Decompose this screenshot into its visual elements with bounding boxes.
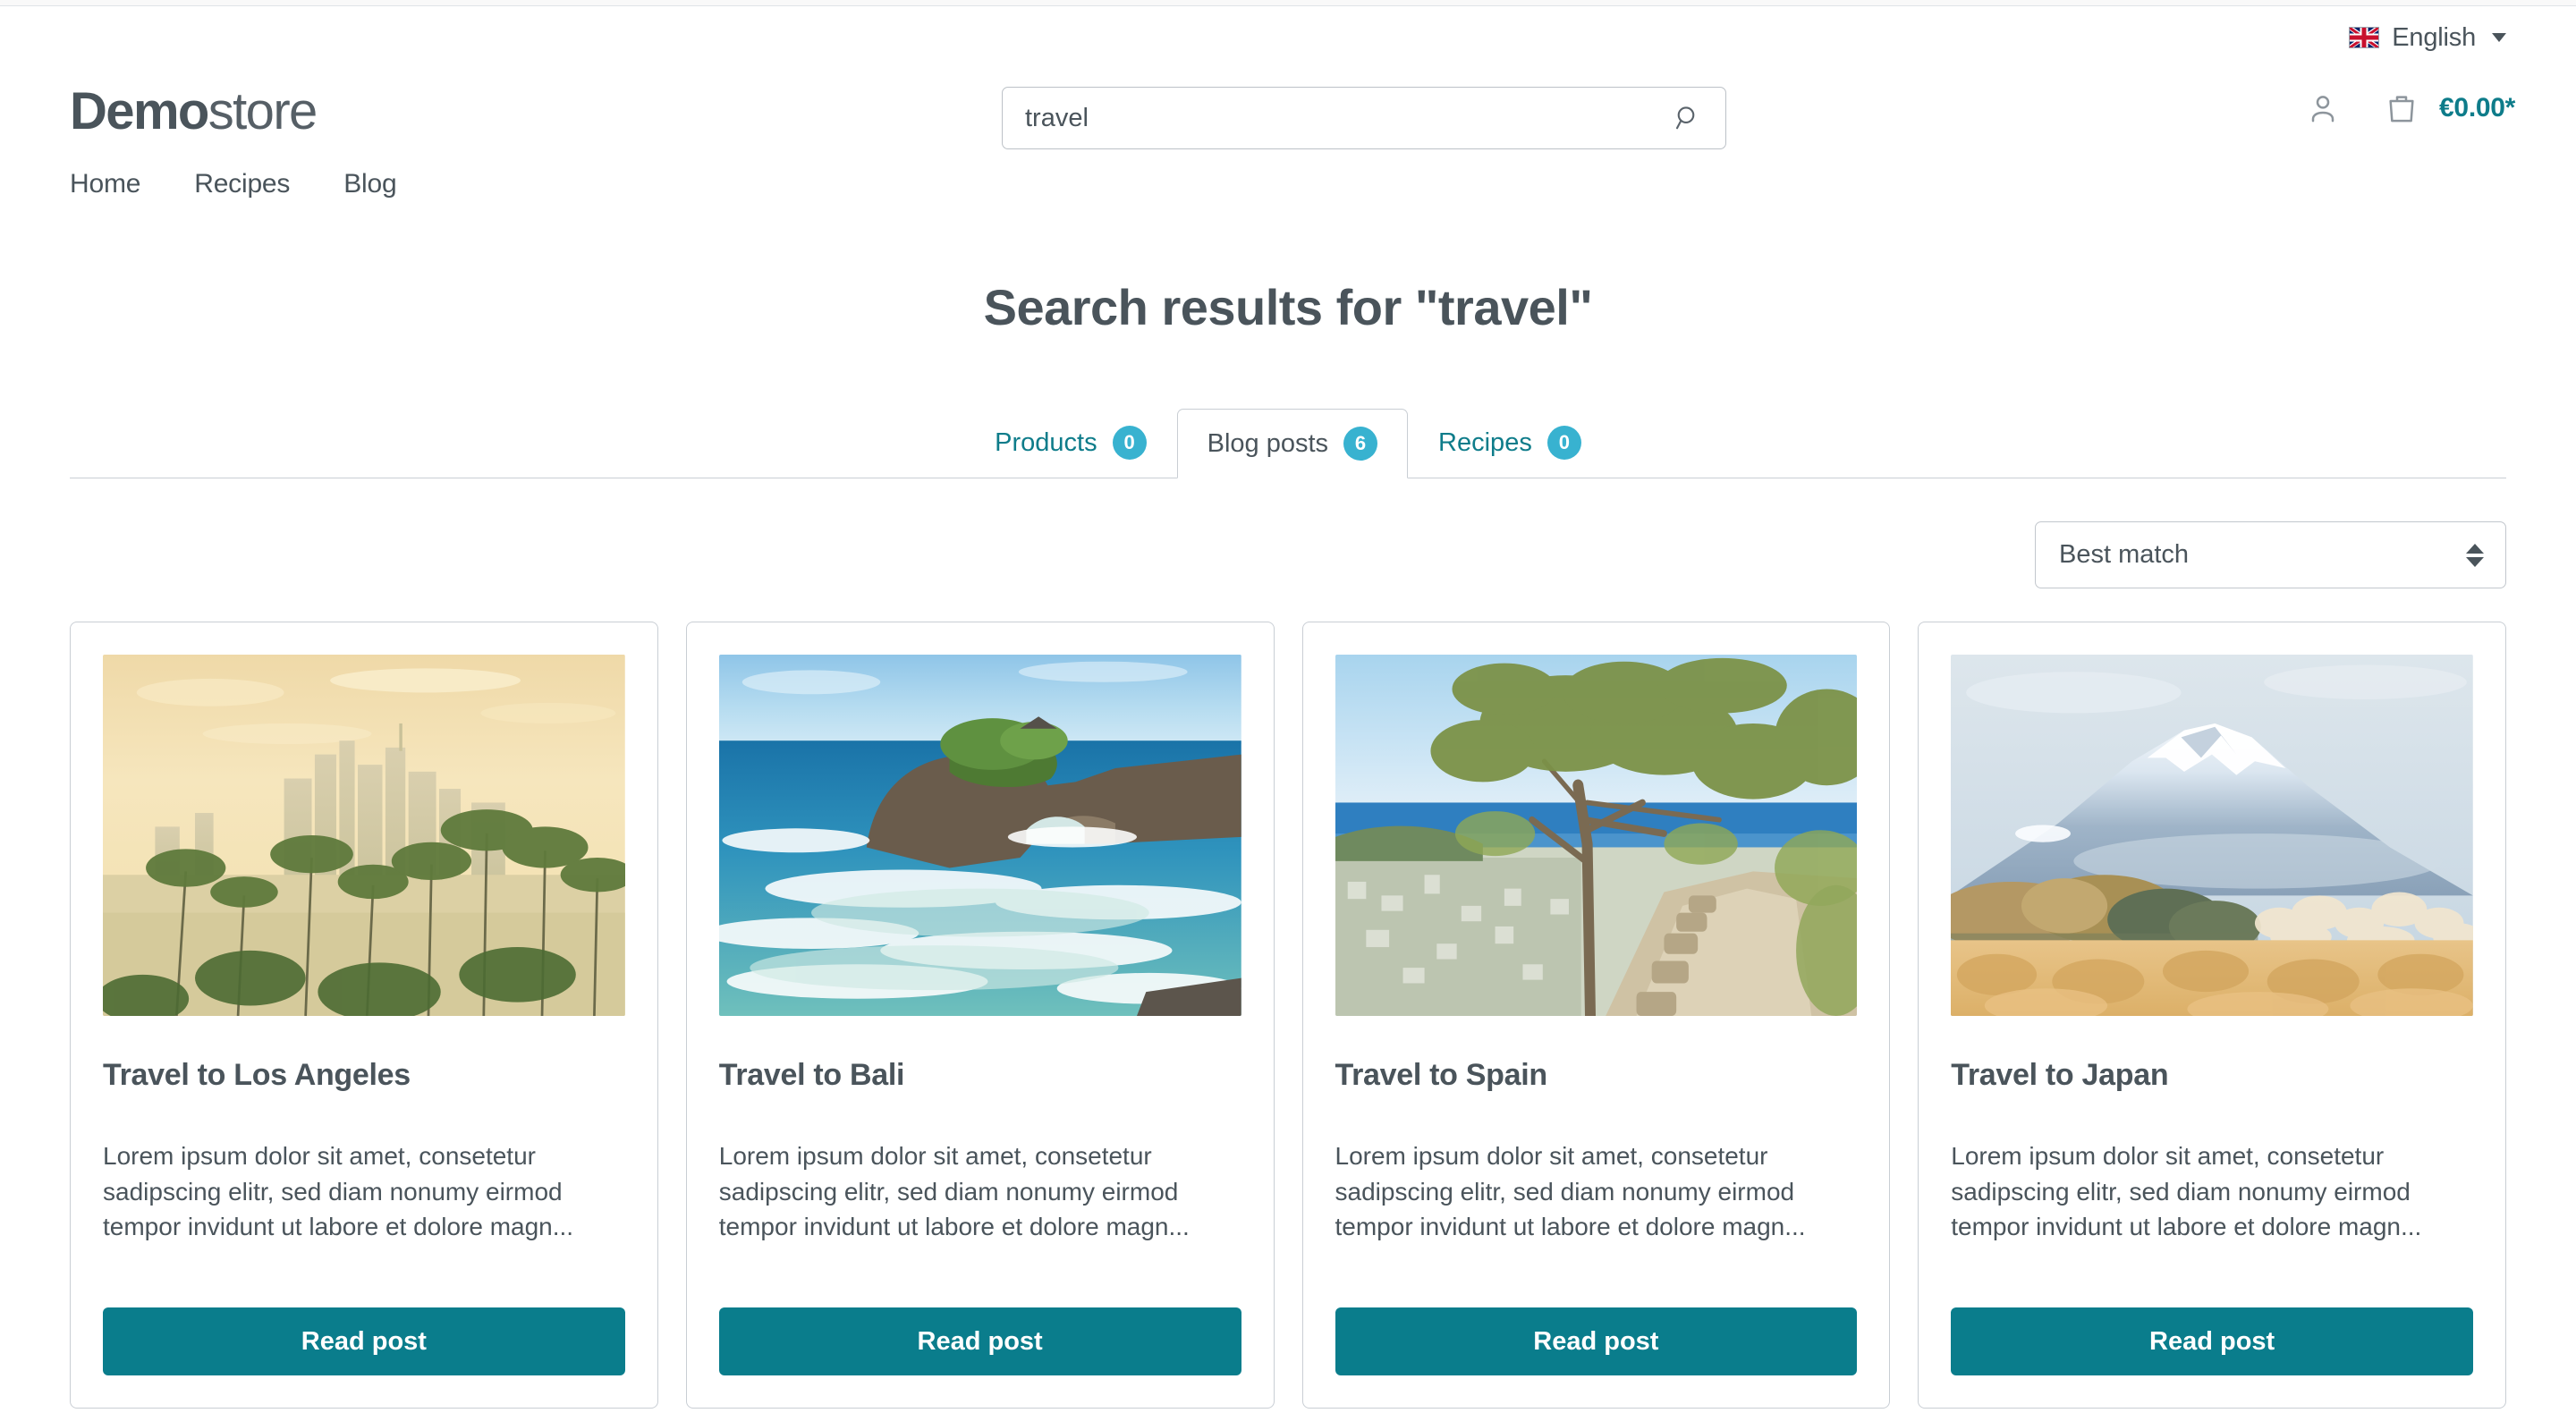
blog-post-card[interactable]: Travel to Los Angeles Lorem ipsum dolor …: [70, 622, 658, 1409]
blog-post-image-los-angeles[interactable]: [103, 655, 625, 1016]
sort-row: Best match: [0, 521, 2576, 588]
search-box[interactable]: [1002, 87, 1726, 149]
cart-button[interactable]: €0.00*: [2384, 90, 2515, 126]
read-post-button[interactable]: Read post: [1335, 1307, 1858, 1375]
sort-select[interactable]: Best match: [2035, 521, 2506, 588]
blog-post-title[interactable]: Travel to Los Angeles: [103, 1057, 625, 1094]
blog-post-grid: Travel to Los Angeles Lorem ipsum dolor …: [0, 622, 2576, 1409]
blog-post-excerpt: Lorem ipsum dolor sit amet, consetetur s…: [103, 1141, 574, 1241]
sort-select-value: Best match: [2059, 540, 2190, 569]
tab-blog-posts-count: 6: [1343, 427, 1378, 461]
read-post-button[interactable]: Read post: [1951, 1307, 2473, 1375]
tab-blog-posts-label: Blog posts: [1207, 428, 1329, 458]
language-bar: English: [0, 6, 2576, 69]
tab-products-label: Products: [995, 427, 1097, 457]
search-area: [1002, 87, 1726, 149]
logo-bold-text: Demo: [70, 82, 209, 140]
main-navigation: Home Recipes Blog: [0, 155, 2576, 214]
language-label: English: [2392, 22, 2476, 52]
search-button[interactable]: [1670, 104, 1706, 132]
blog-post-image-bali[interactable]: [718, 655, 1241, 1016]
user-icon: [2311, 96, 2334, 123]
cart-amount: €0.00*: [2439, 93, 2515, 123]
tab-recipes-count: 0: [1546, 426, 1581, 460]
blog-post-title[interactable]: Travel to Spain: [1335, 1057, 1858, 1094]
blog-post-card[interactable]: Travel to Japan Lorem ipsum dolor sit am…: [1918, 622, 2506, 1409]
tab-blog-posts[interactable]: Blog posts 6: [1176, 409, 1409, 478]
search-icon: [1675, 106, 1695, 130]
blog-post-title[interactable]: Travel to Bali: [719, 1057, 1241, 1094]
tab-products-count: 0: [1112, 426, 1147, 460]
blog-post-image-spain[interactable]: [1335, 655, 1858, 1016]
blog-post-card[interactable]: Travel to Spain Lorem ipsum dolor sit am…: [1301, 622, 1891, 1409]
blog-post-card[interactable]: Travel to Bali Lorem ipsum dolor sit ame…: [685, 622, 1275, 1409]
header-actions: €0.00*: [2300, 85, 2515, 131]
blog-post-excerpt: Lorem ipsum dolor sit amet, consetetur s…: [1951, 1141, 2422, 1241]
uk-flag-icon: [2349, 27, 2380, 48]
chevron-down-icon: [2492, 33, 2506, 42]
tab-recipes[interactable]: Recipes 0: [1408, 408, 1612, 478]
page-title: Search results for "travel": [983, 279, 1593, 335]
site-logo[interactable]: Demostore: [70, 86, 318, 138]
tab-recipes-label: Recipes: [1438, 427, 1532, 457]
read-post-button[interactable]: Read post: [718, 1307, 1241, 1375]
search-input[interactable]: [1025, 103, 1670, 133]
top-accent-bar: [0, 0, 2576, 6]
blog-post-excerpt: Lorem ipsum dolor sit amet, consetetur s…: [1335, 1141, 1806, 1241]
up-down-chevron-icon: [2466, 543, 2484, 567]
site-header: Demostore €0.00*: [0, 69, 2576, 155]
read-post-button[interactable]: Read post: [103, 1307, 625, 1375]
shopping-bag-icon: [2389, 96, 2414, 123]
results-tabs: Products 0 Blog posts 6 Recipes 0: [0, 408, 2576, 478]
blog-post-excerpt: Lorem ipsum dolor sit amet, consetetur s…: [718, 1141, 1190, 1241]
tab-products[interactable]: Products 0: [964, 408, 1176, 478]
blog-post-title[interactable]: Travel to Japan: [1951, 1057, 2473, 1094]
language-selector[interactable]: English: [2349, 23, 2506, 53]
account-button[interactable]: [2300, 85, 2346, 131]
nav-item-recipes[interactable]: Recipes: [194, 169, 290, 199]
nav-item-home[interactable]: Home: [70, 169, 140, 199]
logo-light-text: store: [208, 82, 318, 140]
blog-post-image-japan[interactable]: [1951, 655, 2473, 1016]
nav-item-blog[interactable]: Blog: [343, 169, 396, 199]
